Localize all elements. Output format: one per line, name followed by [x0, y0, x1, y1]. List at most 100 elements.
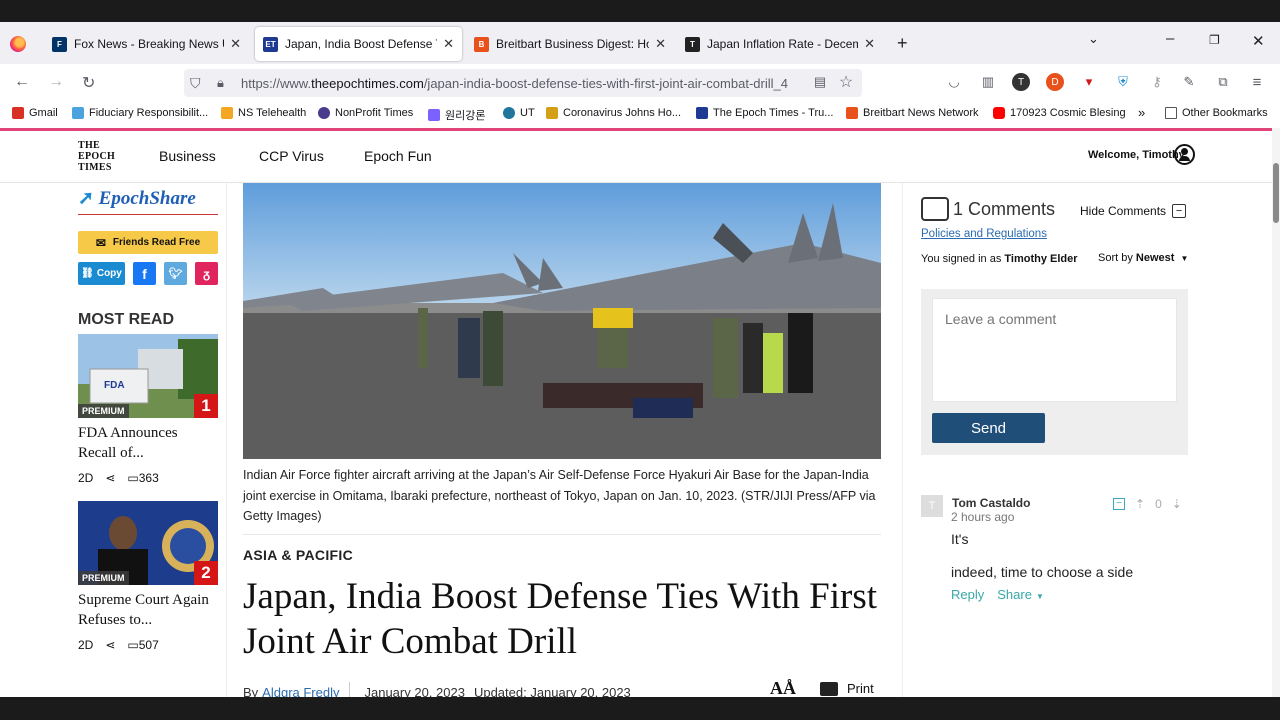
- comment-count-value: 363: [138, 471, 159, 485]
- policies-link[interactable]: Policies and Regulations: [921, 228, 1047, 240]
- bookmark-coronavirus[interactable]: Coronavirus Johns Ho...: [546, 107, 681, 119]
- minimize-window-icon[interactable]: –: [1166, 30, 1174, 47]
- extension-pen-icon[interactable]: ✎: [1180, 73, 1198, 91]
- tab-breitbart[interactable]: B Breitbart Business Digest: How ✕: [466, 27, 674, 61]
- bookmark-epoch-times[interactable]: The Epoch Times - Tru...: [696, 107, 833, 119]
- epoch-times-favicon-icon: ET: [263, 36, 278, 52]
- comment-author[interactable]: Tom Castaldo: [952, 496, 1030, 510]
- extension-duckduckgo-icon[interactable]: D: [1046, 73, 1064, 91]
- bookmark-fiduciary[interactable]: Fiduciary Responsibilit...: [72, 107, 208, 119]
- reply-link[interactable]: Reply: [951, 587, 984, 602]
- friends-read-free-button[interactable]: ✉ Friends Read Free: [78, 231, 218, 254]
- nav-epoch-fun[interactable]: Epoch Fun: [364, 148, 432, 164]
- comment-input[interactable]: [932, 298, 1177, 402]
- nav-ccp-virus[interactable]: CCP Virus: [259, 148, 324, 164]
- tab-close-icon[interactable]: ✕: [864, 36, 875, 52]
- section-label[interactable]: ASIA & PACIFIC: [243, 547, 353, 563]
- column-divider: [902, 183, 903, 697]
- font-size-icon[interactable]: AÅ: [770, 678, 796, 699]
- extension-red-icon[interactable]: ▾: [1080, 73, 1098, 91]
- comment-count[interactable]: ▭507: [127, 638, 158, 652]
- tab-close-icon[interactable]: ✕: [655, 36, 666, 52]
- epoch-times-logo[interactable]: THE EPOCH TIMES: [78, 140, 115, 173]
- bookmark-korean[interactable]: 원리강론: [428, 107, 485, 123]
- hamburger-menu-icon[interactable]: ≡: [1248, 73, 1266, 91]
- welcome-user[interactable]: Welcome, Timothy: [1088, 149, 1185, 161]
- url-text[interactable]: https://www.theepochtimes.com/japan-indi…: [241, 76, 801, 91]
- collapse-comment-icon[interactable]: −: [1113, 498, 1125, 510]
- most-read-title[interactable]: FDA Announces Recall of...: [78, 423, 218, 463]
- divider: [78, 214, 218, 215]
- extension-shield-icon[interactable]: ⛨: [1114, 73, 1132, 91]
- send-button[interactable]: Send: [932, 413, 1045, 443]
- bookmark-nonprofit-times[interactable]: NonProfit Times: [318, 107, 413, 119]
- ns-telehealth-icon: [221, 107, 233, 119]
- logo-line: TIMES: [78, 162, 112, 173]
- tab-epoch-times[interactable]: ET Japan, India Boost Defense Ties ✕: [255, 27, 462, 61]
- sort-value: Newest: [1135, 252, 1175, 264]
- close-window-icon[interactable]: ✕: [1252, 32, 1265, 50]
- upvote-arrow-icon[interactable]: ⇡: [1135, 497, 1145, 511]
- link-icon: ⛓︎: [81, 268, 94, 279]
- collapse-minus-icon: −: [1172, 204, 1187, 218]
- bookmark-label: Breitbart News Network: [863, 107, 979, 119]
- reader-view-icon[interactable]: ▤: [811, 73, 829, 91]
- share-link[interactable]: Share ▼: [997, 587, 1044, 602]
- downvote-arrow-icon[interactable]: ⇣: [1172, 497, 1182, 511]
- share-label: Share: [997, 587, 1032, 602]
- bookmark-cosmic-blesing[interactable]: 170923 Cosmic Blesing: [993, 107, 1126, 119]
- twitter-share-icon[interactable]: 🐦︎: [164, 262, 187, 285]
- comment-bubble-icon: ▭: [127, 638, 139, 652]
- extension-key-icon[interactable]: ⚷: [1148, 73, 1166, 91]
- sidebar-icon[interactable]: ▥: [979, 73, 997, 91]
- list-all-tabs-chevron-icon[interactable]: ⌄: [1088, 31, 1099, 47]
- extension-t-icon[interactable]: T: [1012, 73, 1030, 91]
- lock-icon[interactable]: 🔒︎: [217, 75, 224, 91]
- back-arrow-icon[interactable]: ←: [14, 73, 30, 91]
- share-icon[interactable]: ⋖: [105, 638, 115, 652]
- article-hero-image[interactable]: [243, 183, 881, 459]
- facebook-share-icon[interactable]: f: [133, 262, 156, 285]
- new-tab-plus-icon[interactable]: +: [897, 33, 908, 54]
- bookmark-label: Coronavirus Johns Ho...: [563, 107, 681, 119]
- most-read-title[interactable]: Supreme Court Again Refuses to...: [78, 590, 218, 630]
- forward-arrow-icon[interactable]: →: [48, 73, 64, 91]
- gettr-share-icon[interactable]: ᵹ: [195, 262, 218, 285]
- reload-icon[interactable]: ↻: [82, 73, 95, 93]
- print-button[interactable]: Print: [820, 681, 874, 696]
- bookmark-label: UT: [520, 107, 535, 119]
- most-read-thumbnail-supreme-court[interactable]: PREMIUM 2: [78, 501, 218, 585]
- tab-close-icon[interactable]: ✕: [443, 36, 454, 52]
- more-bookmarks-chevron-icon[interactable]: »: [1138, 105, 1145, 120]
- extensions-puzzle-icon[interactable]: ⧉: [1214, 73, 1232, 91]
- article-age: 2D: [78, 638, 94, 652]
- scrollbar-thumb[interactable]: [1273, 163, 1279, 223]
- most-read-thumbnail-fda[interactable]: FDA PREMIUM 1: [78, 334, 218, 418]
- firefox-menu-icon[interactable]: [10, 36, 26, 52]
- svg-text:FDA: FDA: [104, 380, 125, 391]
- bookmark-ns-telehealth[interactable]: NS Telehealth: [221, 107, 306, 119]
- fiduciary-icon: [72, 107, 84, 119]
- bookmark-gmail[interactable]: Gmail: [12, 107, 58, 119]
- bookmark-ut[interactable]: UT: [503, 107, 535, 119]
- restore-window-icon[interactable]: ❐: [1209, 33, 1220, 47]
- share-icon[interactable]: ⋖: [105, 471, 115, 485]
- friends-button-label: Friends Read Free: [112, 237, 201, 248]
- tracking-shield-icon[interactable]: ⛉: [190, 75, 201, 92]
- comment-count[interactable]: ▭363: [127, 471, 158, 485]
- bookmark-star-icon[interactable]: ☆: [837, 73, 855, 91]
- tab-fox-news[interactable]: F Fox News - Breaking News Upd ✕: [44, 27, 249, 61]
- bookmark-breitbart[interactable]: Breitbart News Network: [846, 107, 979, 119]
- tab-japan-inflation[interactable]: T Japan Inflation Rate - December ✕: [677, 27, 883, 61]
- nav-business[interactable]: Business: [159, 148, 216, 164]
- hide-comments-button[interactable]: Hide Comments −: [1080, 204, 1187, 218]
- pocket-icon[interactable]: ◡: [945, 73, 963, 91]
- logo-line: EPOCH: [78, 151, 116, 162]
- copy-link-button[interactable]: ⛓︎ Copy: [78, 262, 125, 285]
- tab-close-icon[interactable]: ✕: [230, 36, 241, 52]
- other-bookmarks-folder[interactable]: Other Bookmarks: [1165, 107, 1268, 119]
- user-account-icon[interactable]: [1174, 144, 1195, 165]
- sort-dropdown[interactable]: Sort by Newest ▼: [1098, 252, 1188, 264]
- comment-actions: Reply Share ▼: [951, 587, 1044, 602]
- youtube-icon: [993, 107, 1005, 119]
